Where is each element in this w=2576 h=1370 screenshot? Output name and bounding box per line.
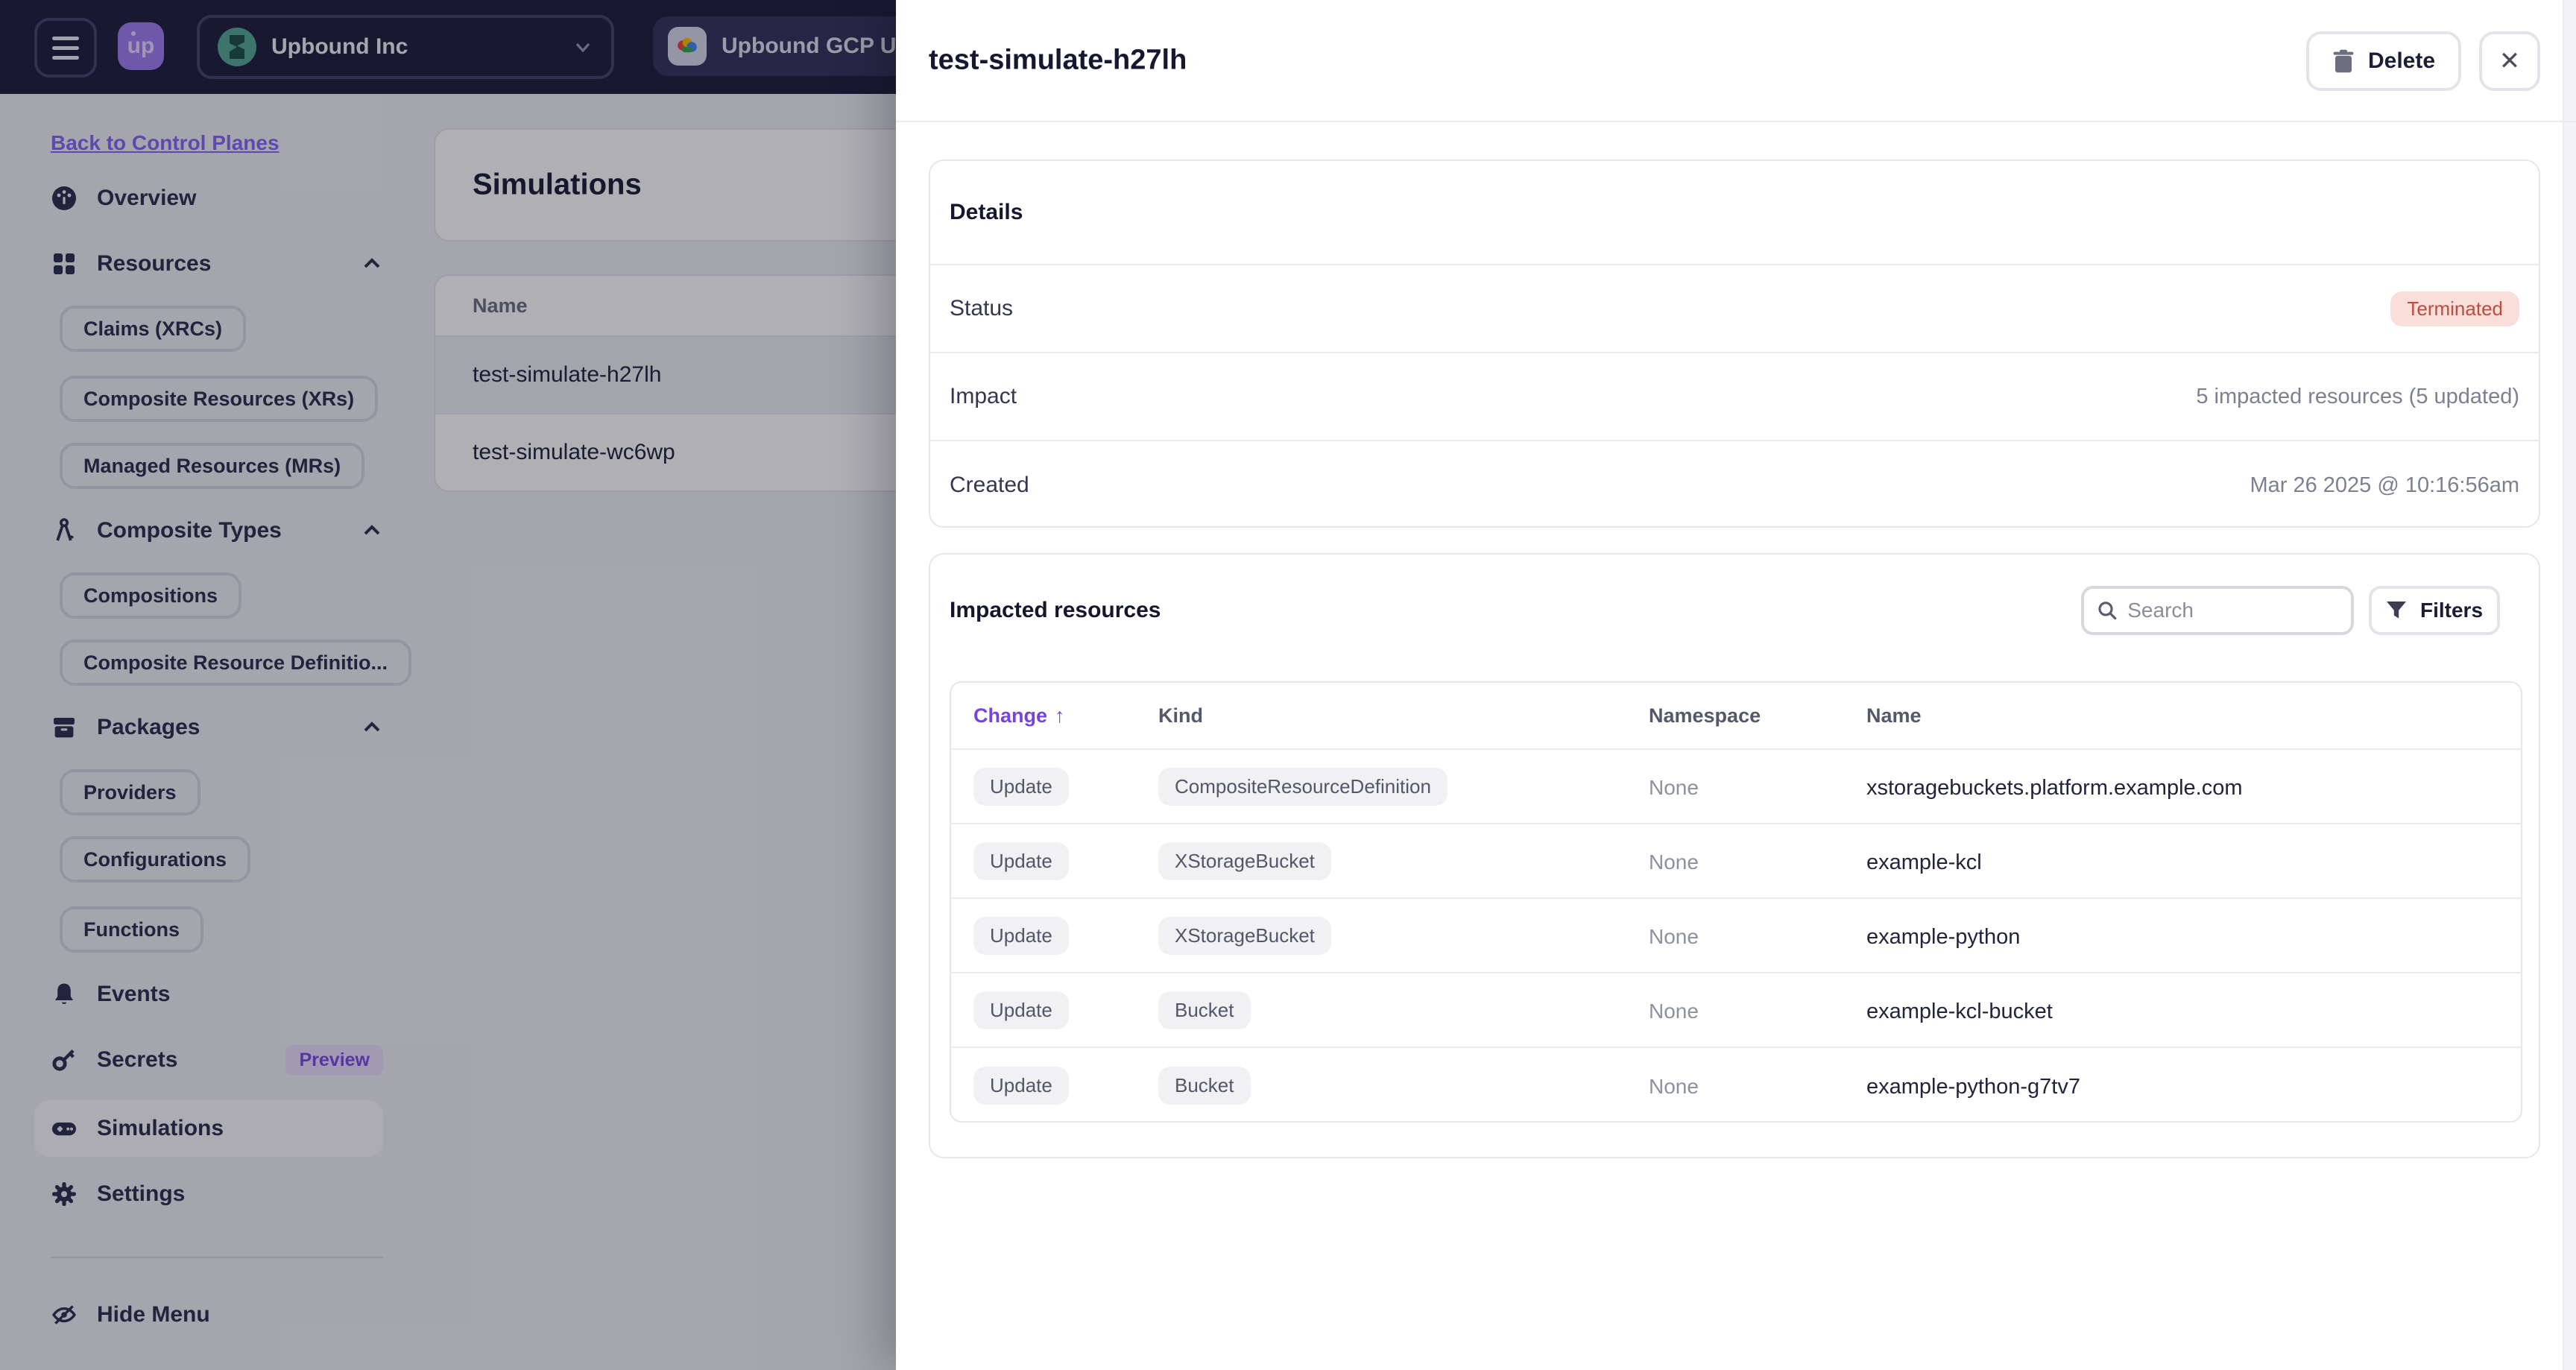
detail-row-status: Status Terminated — [930, 265, 2539, 353]
kind-chip: CompositeResourceDefinition — [1158, 767, 1448, 806]
namespace-value: None — [1649, 850, 1699, 874]
namespace-value: None — [1649, 1074, 1699, 1098]
kind-chip: Bucket — [1158, 1066, 1251, 1105]
search-input[interactable] — [2127, 599, 2337, 622]
namespace-value: None — [1649, 999, 1699, 1023]
impacted-resources-card: Impacted resources Filters Change ↑ Kind — [929, 553, 2540, 1158]
resource-name: xstoragebuckets.platform.example.com — [1866, 775, 2243, 800]
detail-row-created: Created Mar 26 2025 @ 10:16:56am — [930, 441, 2539, 529]
detail-row-impact: Impact 5 impacted resources (5 updated) — [930, 353, 2539, 441]
details-card-title: Details — [930, 161, 2539, 265]
resource-name: example-kcl-bucket — [1866, 999, 2053, 1023]
impacted-table-header-row: Change ↑ Kind Namespace Name — [951, 683, 2521, 750]
created-value: Mar 26 2025 @ 10:16:56am — [2250, 473, 2519, 497]
kind-chip: Bucket — [1158, 991, 1251, 1029]
filters-button[interactable]: Filters — [2369, 586, 2500, 635]
kind-chip: XStorageBucket — [1158, 842, 1331, 880]
search-input-wrap — [2081, 586, 2354, 635]
simulation-detail-panel: test-simulate-h27lh Delete ✕ Details Sta… — [896, 0, 2576, 1370]
scrollbar-gutter[interactable] — [2563, 0, 2576, 1370]
namespace-value: None — [1649, 775, 1699, 799]
delete-button-label: Delete — [2367, 48, 2436, 73]
close-button[interactable]: ✕ — [2479, 31, 2540, 91]
status-badge: Terminated — [2390, 291, 2519, 326]
impact-label: Impact — [950, 384, 1017, 408]
namespace-value: None — [1649, 924, 1699, 948]
impacted-resources-title: Impacted resources — [950, 598, 1161, 622]
impacted-resources-header: Impacted resources Filters — [930, 555, 2539, 666]
resource-name: example-kcl — [1866, 850, 1982, 874]
filter-funnel-icon — [2386, 602, 2406, 619]
close-icon: ✕ — [2498, 47, 2521, 75]
resource-name: example-python-g7tv7 — [1866, 1074, 2080, 1099]
impacted-table-row[interactable]: Update XStorageBucket None example-kcl — [951, 824, 2521, 899]
status-label: Status — [950, 296, 1014, 321]
change-chip: Update — [973, 767, 1069, 806]
kind-chip: XStorageBucket — [1158, 916, 1331, 955]
panel-title: test-simulate-h27lh — [929, 44, 1187, 76]
column-header-change[interactable]: Change ↑ — [951, 704, 1158, 727]
created-label: Created — [950, 473, 1029, 497]
column-header-kind[interactable]: Kind — [1158, 704, 1649, 727]
impacted-table-row[interactable]: Update CompositeResourceDefinition None … — [951, 750, 2521, 824]
filters-button-label: Filters — [2419, 599, 2484, 622]
trash-icon — [2333, 49, 2354, 73]
change-header-label: Change — [973, 704, 1048, 727]
impacted-table-row[interactable]: Update Bucket None example-python-g7tv7 — [951, 1048, 2521, 1121]
change-chip: Update — [973, 916, 1069, 955]
panel-header: test-simulate-h27lh Delete ✕ — [896, 0, 2576, 122]
impacted-table-row[interactable]: Update XStorageBucket None example-pytho… — [951, 899, 2521, 973]
app-root: up Upbound Inc Upbound GCP U Back to Con… — [0, 0, 2576, 1370]
sort-asc-icon: ↑ — [1055, 704, 1065, 727]
details-card: Details Status Terminated Impact 5 impac… — [929, 160, 2540, 528]
column-header-namespace[interactable]: Namespace — [1649, 704, 1866, 727]
impacted-table-row[interactable]: Update Bucket None example-kcl-bucket — [951, 973, 2521, 1048]
change-chip: Update — [973, 1066, 1069, 1105]
resource-name: example-python — [1866, 924, 2021, 949]
impact-value: 5 impacted resources (5 updated) — [2196, 384, 2519, 408]
column-header-name[interactable]: Name — [1866, 704, 2521, 727]
impacted-resources-table: Change ↑ Kind Namespace Name Update Comp… — [950, 681, 2522, 1123]
search-icon — [2098, 602, 2117, 620]
delete-button[interactable]: Delete — [2306, 31, 2461, 91]
change-chip: Update — [973, 991, 1069, 1029]
change-chip: Update — [973, 842, 1069, 880]
